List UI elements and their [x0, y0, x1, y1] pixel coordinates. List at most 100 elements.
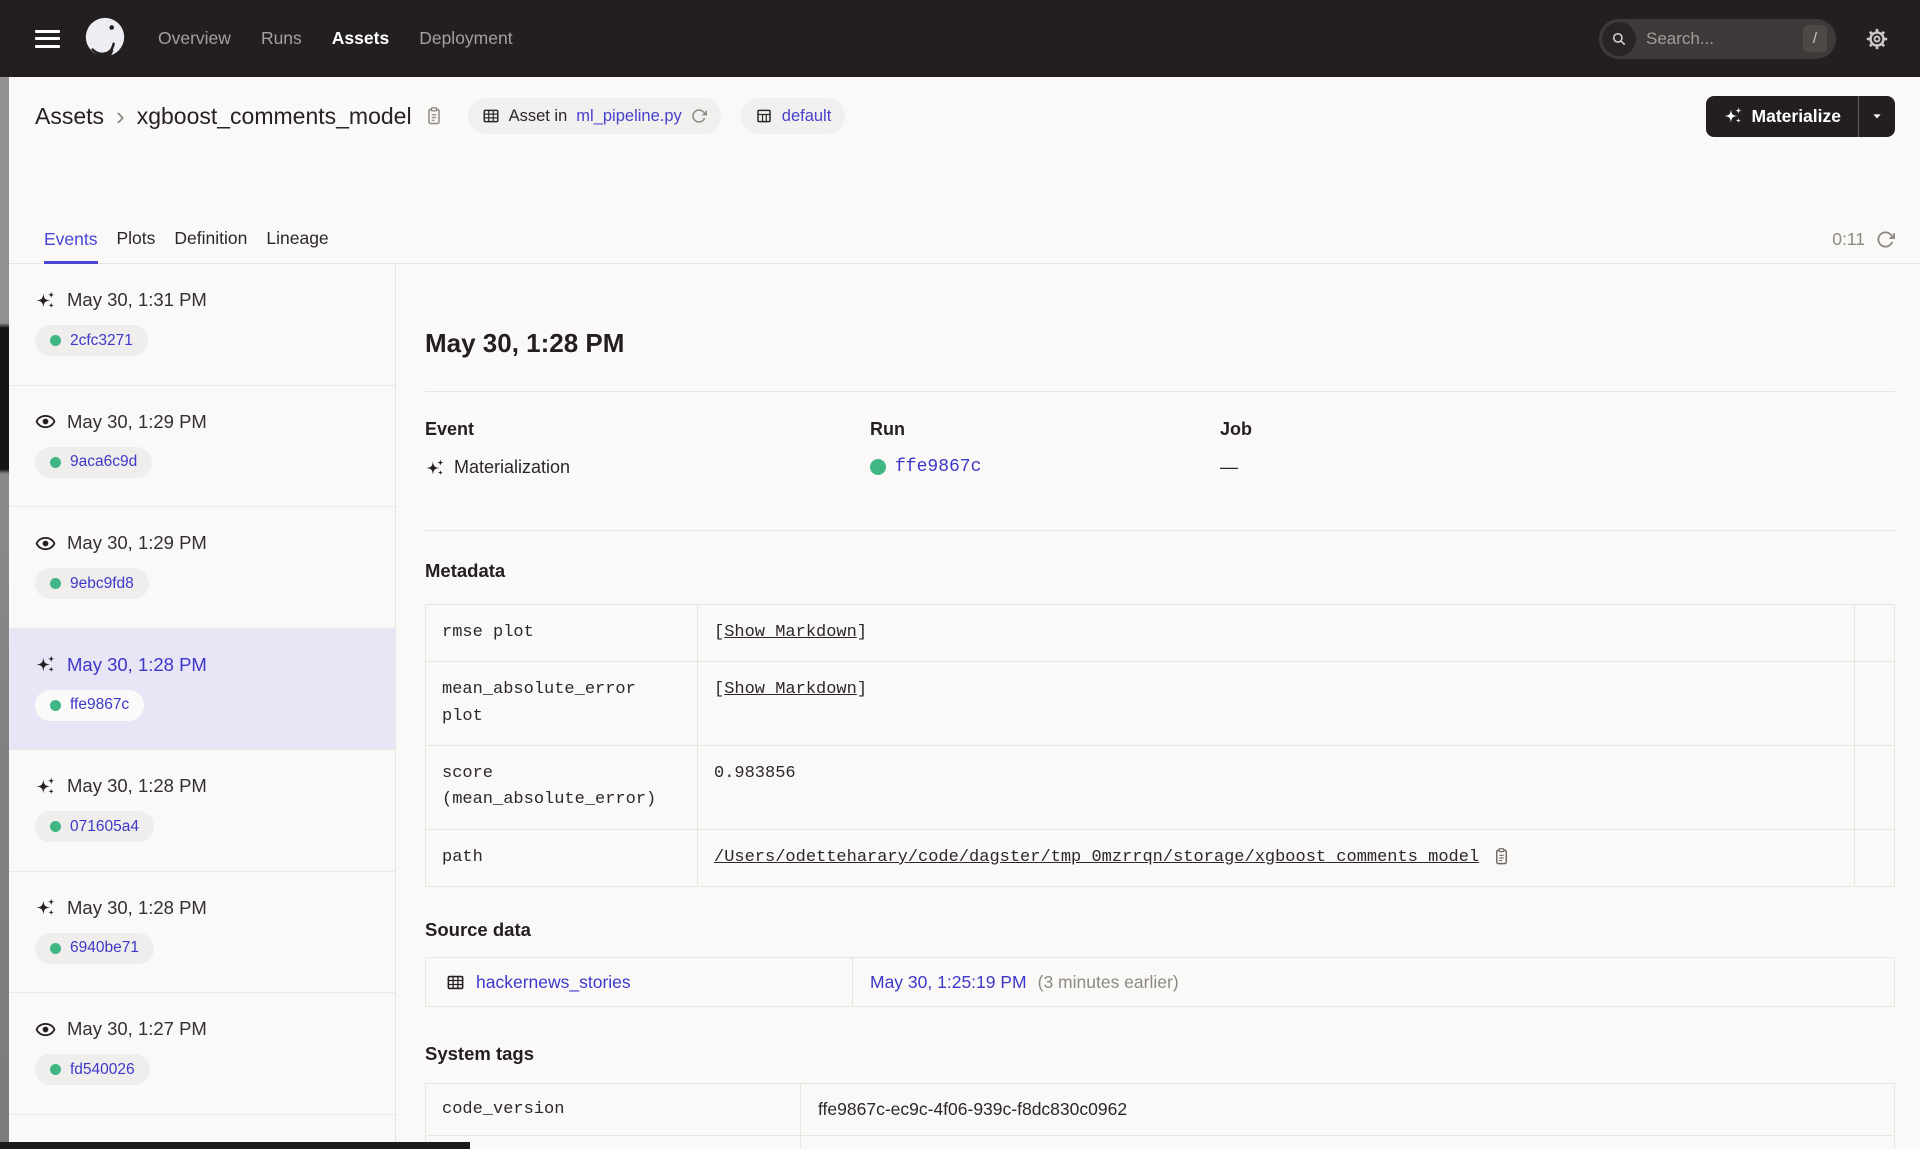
run-id-badge[interactable]: 071605a4 [35, 811, 154, 842]
metadata-key: score (mean_absolute_error) [426, 746, 698, 829]
show-markdown-link[interactable]: Show Markdown [724, 680, 857, 699]
menu-icon[interactable] [35, 29, 60, 48]
system-tags-heading: System tags [425, 1043, 534, 1065]
run-id-badge[interactable]: 9aca6c9d [35, 446, 153, 478]
source-data-heading: Source data [425, 919, 531, 941]
search-shortcut-key: / [1803, 25, 1827, 52]
breadcrumb-assets-link[interactable]: Assets [35, 103, 104, 130]
materialize-dropdown-button[interactable] [1859, 96, 1895, 137]
background-window-edge [0, 77, 9, 1149]
materialize-label: Materialize [1751, 105, 1841, 126]
system-tag-key: code_version [426, 1084, 801, 1136]
asset-header-row: Assets › xgboost_comments_model Asset in… [9, 77, 1920, 155]
run-id-badge[interactable]: 6940be71 [35, 932, 154, 964]
run-id-badge[interactable]: 9ebc9fd8 [35, 568, 149, 599]
primary-nav: Overview Runs Assets Deployment [158, 28, 513, 49]
metadata-key: rmse plot [426, 605, 698, 662]
event-time: May 30, 1:31 PM [67, 289, 207, 310]
event-list-item[interactable]: May 30, 1:27 PM fd540026 [9, 993, 395, 1115]
table-row: rmse plot [Show Markdown] [426, 605, 1894, 663]
source-relative-time: (3 minutes earlier) [1037, 971, 1179, 992]
materialization-icon [35, 776, 56, 797]
repository-icon [755, 107, 773, 125]
event-list-item[interactable]: May 30, 1:31 PM 2cfc3271 [9, 264, 395, 386]
search-input[interactable] [1636, 28, 1803, 49]
show-markdown-link[interactable]: Show Markdown [724, 623, 857, 642]
event-list: May 30, 1:31 PM 2cfc3271 May 30, 1:29 PM [9, 264, 396, 1149]
run-status-dot [50, 942, 61, 954]
event-list-item[interactable]: May 30, 1:28 PM 6940be71 [9, 872, 395, 993]
observation-icon [35, 1019, 56, 1040]
materialization-icon [425, 458, 445, 478]
event-time: May 30, 1:28 PM [67, 896, 207, 918]
event-list-item-selected[interactable]: May 30, 1:28 PM ffe9867c [9, 628, 395, 750]
storage-path-link[interactable]: /Users/odetteharary/code/dagster/tmp_0mz… [714, 845, 1479, 871]
run-status-dot [50, 821, 61, 832]
event-list-item[interactable]: May 30, 1:29 PM 9ebc9fd8 [9, 507, 395, 629]
metadata-key: path [426, 829, 698, 887]
nav-item-assets[interactable]: Assets [332, 28, 389, 49]
table-row: hackernews_stories May 30, 1:25:19 PM (3… [426, 958, 1894, 1007]
asset-file-link[interactable]: ml_pipeline.py [576, 107, 681, 126]
tab-lineage[interactable]: Lineage [266, 228, 328, 263]
repository-link[interactable]: default [782, 107, 832, 126]
materialize-sparkle-icon [1723, 106, 1743, 126]
refresh-countdown: 0:11 [1832, 229, 1865, 249]
reload-definition-icon[interactable] [691, 108, 707, 124]
event-time: May 30, 1:29 PM [67, 410, 207, 432]
run-id-badge[interactable]: 2cfc3271 [35, 325, 148, 356]
metadata-heading: Metadata [425, 560, 506, 581]
job-value: — [1220, 457, 1238, 477]
event-column-label: Event [425, 419, 475, 439]
run-status-dot [50, 1064, 61, 1075]
asset-in-label: Asset in [508, 106, 568, 125]
repository-badge: default [740, 98, 846, 134]
system-tags-table: code_version ffe9867c-ec9c-4f06-939c-f8d… [425, 1083, 1895, 1149]
tab-plots[interactable]: Plots [117, 228, 156, 263]
breadcrumb-separator: › [116, 101, 125, 131]
materialize-split-button: Materialize [1705, 95, 1895, 137]
asset-grid-icon [482, 107, 500, 125]
materialize-button[interactable]: Materialize [1706, 96, 1858, 137]
event-list-item[interactable]: May 30, 1:28 PM 071605a4 [9, 750, 395, 872]
event-detail-panel: May 30, 1:28 PM Event Materialization Ru… [396, 264, 1920, 1149]
event-time: May 30, 1:27 PM [67, 1018, 207, 1039]
table-row: score (mean_absolute_error) 0.983856 [426, 746, 1894, 830]
materialization-icon [35, 897, 56, 918]
search-icon [1602, 21, 1636, 56]
source-timestamp-link[interactable]: May 30, 1:25:19 PM [870, 972, 1027, 993]
nav-item-runs[interactable]: Runs [261, 28, 302, 49]
nav-item-deployment[interactable]: Deployment [419, 28, 512, 49]
nav-item-overview[interactable]: Overview [158, 28, 231, 49]
tab-definition[interactable]: Definition [174, 228, 247, 263]
job-column-label: Job [1220, 419, 1253, 439]
materialization-icon [35, 654, 56, 675]
copy-path-icon[interactable] [1492, 846, 1511, 867]
run-id-badge[interactable]: fd540026 [35, 1054, 150, 1085]
copy-asset-name-icon[interactable] [424, 106, 444, 126]
source-data-table: hackernews_stories May 30, 1:25:19 PM (3… [425, 957, 1895, 1008]
observation-icon [35, 533, 56, 554]
run-status-dot [50, 335, 61, 346]
source-asset-link[interactable]: hackernews_stories [476, 972, 631, 993]
run-status-dot [50, 456, 61, 468]
table-row: mean_absolute_error plot [Show Markdown] [426, 662, 1894, 747]
event-list-item[interactable]: May 30, 1:29 PM 9aca6c9d [9, 386, 395, 507]
run-column-label: Run [870, 419, 905, 439]
asset-in-badge: Asset in ml_pipeline.py [467, 98, 721, 134]
event-detail-title: May 30, 1:28 PM [425, 328, 625, 358]
dagster-logo[interactable] [82, 16, 128, 62]
search-box[interactable]: / [1599, 18, 1836, 59]
run-status-dot [50, 699, 61, 711]
run-id-link[interactable]: ffe9867c [895, 457, 981, 477]
system-tag-value: ffe9867c-ec9c-4f06-939c-f8dc830c0962 [818, 1099, 1128, 1120]
settings-gear-icon[interactable] [1864, 26, 1890, 52]
run-status-dot [50, 578, 61, 589]
background-window-bottom-edge [0, 1142, 470, 1149]
asset-grid-icon [446, 973, 465, 992]
run-id-badge[interactable]: ffe9867c [35, 689, 145, 721]
metadata-score-value: 0.983856 [714, 764, 796, 784]
refresh-icon[interactable] [1876, 230, 1895, 249]
tab-events[interactable]: Events [44, 229, 98, 264]
table-row [426, 1136, 1894, 1149]
